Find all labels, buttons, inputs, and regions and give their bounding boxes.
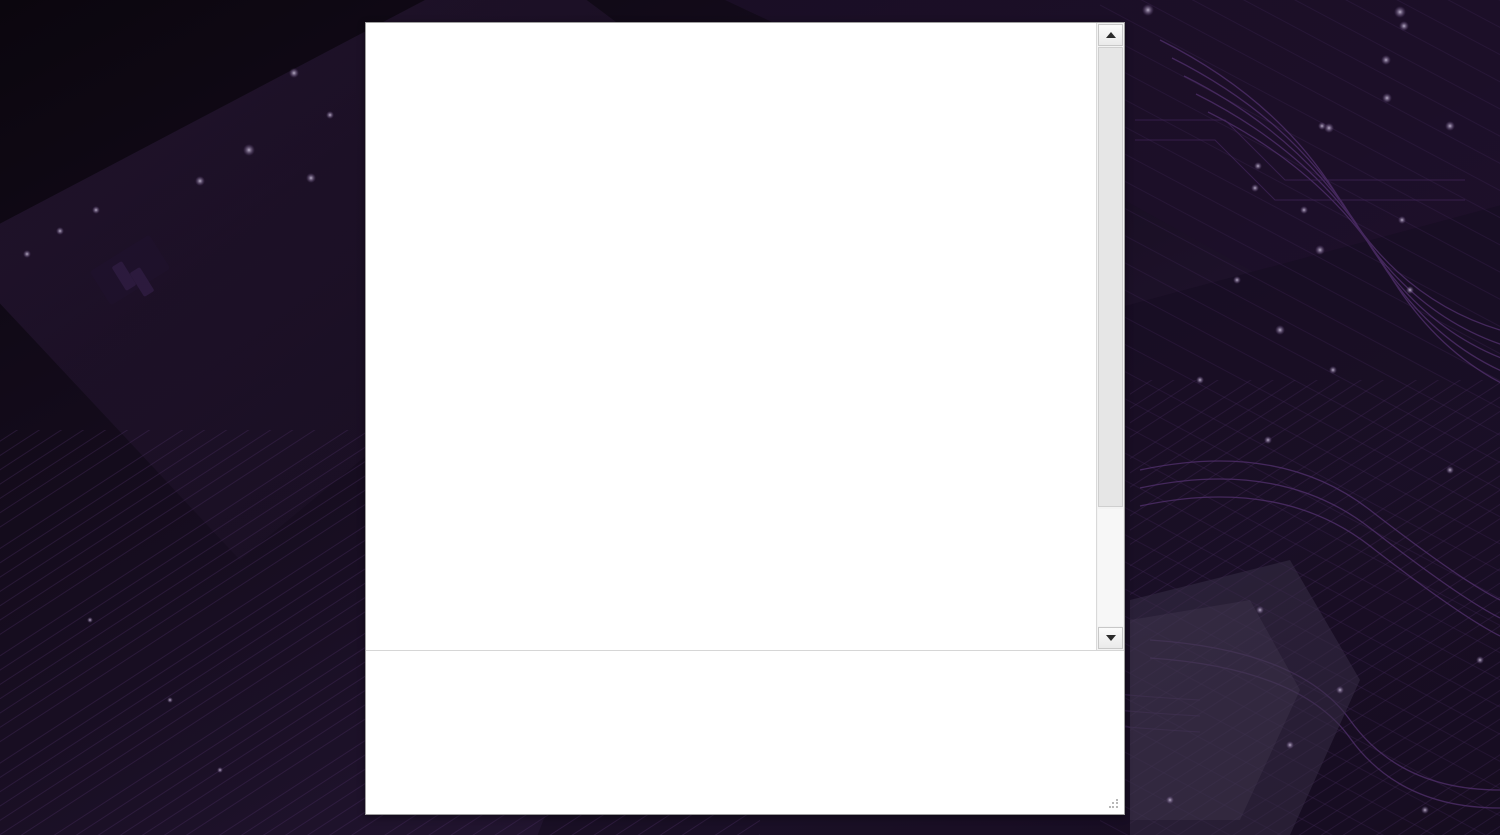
gallery-scroll-region [366, 23, 1124, 651]
resize-grip-icon[interactable] [1109, 799, 1120, 810]
more-effects-menu [366, 651, 1124, 814]
gallery-scrollbar[interactable] [1096, 23, 1124, 650]
scroll-down-arrow-icon [1105, 635, 1116, 641]
effects-list [366, 23, 1097, 650]
scrollbar-track[interactable] [1098, 509, 1124, 626]
scroll-up-button[interactable] [1098, 24, 1124, 46]
scroll-down-button[interactable] [1098, 627, 1124, 649]
scrollbar-thumb[interactable] [1098, 47, 1124, 507]
scroll-up-arrow-icon [1105, 32, 1116, 38]
animation-gallery-panel [365, 22, 1125, 815]
